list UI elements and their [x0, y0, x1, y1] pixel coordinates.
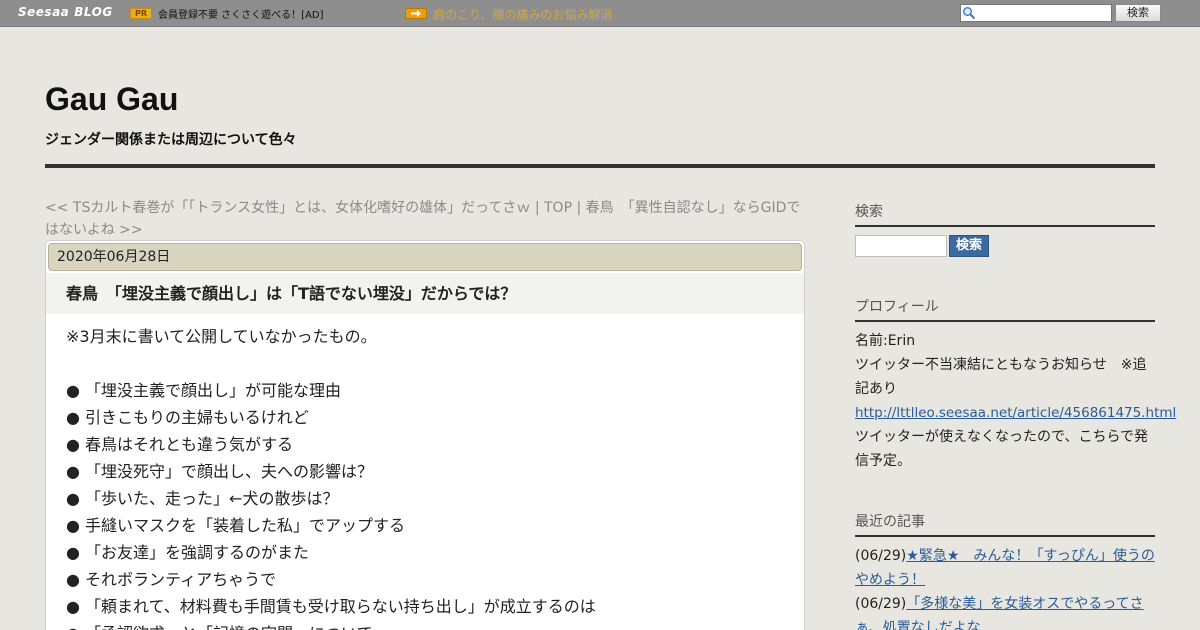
seesaa-blog-logo[interactable]: Seesaa BLOG	[18, 5, 113, 19]
profile-link[interactable]: http://lttlleo.seesaa.net/article/456861…	[855, 401, 1176, 425]
list-item: (06/29)「多様な美」を女装オスでやるってさぁ、処置なしだよな	[855, 592, 1155, 630]
prev-article-link[interactable]: << TSカルト春巻が「「トランス女性」とは、女体化嗜好の雄体」だってさｗ	[45, 200, 530, 216]
recent-date: (06/29)	[855, 548, 907, 564]
sidebar-profile: 名前:Erin ツイッター不当凍結にともなうお知らせ ※追記あり http://…	[855, 329, 1176, 473]
profile-notice: ツイッター不当凍結にともなうお知らせ ※追記あり	[855, 357, 1147, 397]
top-bar: Seesaa BLOG PR 会員登録不要 さくさく遊べる！[AD] 肩のこり、腰…	[0, 0, 1200, 27]
sidebar-search-heading: 検索	[855, 201, 1155, 227]
top-search-box	[960, 4, 1112, 22]
list-item: (06/29)★緊急★ みんな！「すっぴん」使うのやめよう！	[855, 544, 1155, 592]
logo-sub: BLOG	[74, 5, 113, 19]
sidebar-profile-heading: プロフィール	[855, 296, 1155, 322]
body-line: ● 引きこもりの主婦もいるけれど	[66, 408, 309, 427]
profile-after: ツイッターが使えなくなったので、こちらで発信予定。	[855, 429, 1149, 469]
article-title-bar: 春鳥 「埋没主義で顔出し」は「T語でない埋没」だからでは？	[46, 273, 804, 314]
body-line: ● 「頼まれて、材料費も手間賃も受け取らない持ち出し」が成立するのは	[66, 597, 596, 616]
article: 2020年06月28日 春鳥 「埋没主義で顔出し」は「T語でない埋没」だからでは…	[45, 240, 805, 630]
recent-date: (06/29)	[855, 596, 907, 612]
sidebar-recent-heading: 最近の記事	[855, 511, 1155, 537]
article-date: 2020年06月28日	[48, 243, 802, 271]
sidebar-recent-list: (06/29)★緊急★ みんな！「すっぴん」使うのやめよう！ (06/29)「多…	[855, 544, 1155, 630]
body-line	[66, 350, 786, 377]
article-title[interactable]: 春鳥 「埋没主義で顔出し」は「T語でない埋没」だからでは？	[46, 273, 804, 314]
nav-separator: |	[572, 200, 586, 216]
article-nav: << TSカルト春巻が「「トランス女性」とは、女体化嗜好の雄体」だってさｗ | …	[45, 197, 810, 241]
body-line: ※3月末に書いて公開していなかったもの。	[66, 327, 377, 346]
top-link[interactable]: TOP	[544, 200, 572, 216]
body-line: ● 「承認欲求」と「記憶の空間」について	[66, 620, 786, 630]
pr-ad-link[interactable]: 会員登録不要 さくさく遊べる！[AD]	[158, 6, 324, 21]
pr-badge: PR	[130, 8, 152, 19]
sidebar-search-button[interactable]: 検索	[949, 235, 989, 257]
body-line: ● 「お友達」を強調するのがまた	[66, 543, 310, 562]
body-line: ● 「埋没死守」で顔出し、夫への影響は？	[66, 462, 374, 481]
site-description: ジェンダー関係または周辺について色々	[45, 132, 297, 148]
article-body: ※3月末に書いて公開していなかったもの。 ● 「埋没主義で顔出し」が可能な理由 …	[66, 323, 786, 630]
body-line: ● それボランティアちゃうで	[66, 570, 277, 589]
site-title[interactable]: Gau Gau	[45, 81, 178, 118]
top-search-button[interactable]: 検索	[1115, 4, 1161, 22]
search-icon	[963, 7, 976, 20]
profile-name: 名前:Erin	[855, 333, 916, 349]
arrow-icon	[405, 8, 427, 19]
body-line: ● 手縫いマスクを「装着した私」でアップする	[66, 516, 406, 535]
ad-link[interactable]: 肩のこり、腰の痛みのお悩み解消	[433, 6, 613, 23]
body-line: ● 春鳥はそれとも違う気がする	[66, 435, 294, 454]
sidebar-search-input[interactable]	[855, 235, 947, 257]
top-search-input[interactable]	[978, 5, 1110, 21]
logo-main: Seesaa	[18, 5, 70, 19]
header-divider	[45, 164, 1155, 168]
body-line: ● 「埋没主義で顔出し」が可能な理由	[66, 381, 342, 400]
nav-separator: |	[530, 200, 544, 216]
body-line: ● 「歩いた、走った」←犬の散歩は？	[66, 489, 339, 508]
